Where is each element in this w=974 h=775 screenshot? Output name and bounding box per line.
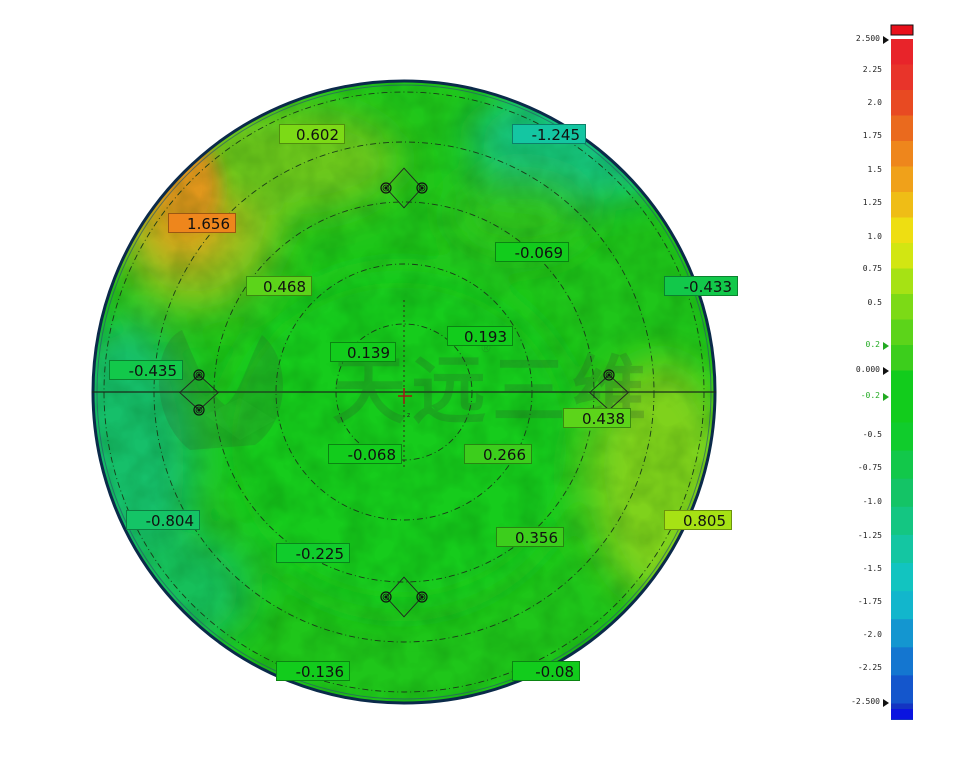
scale-tick-label: 1.25 xyxy=(862,198,882,207)
scale-tick-label: 2.500 xyxy=(855,34,880,43)
scale-tick-arrow-icon xyxy=(883,699,889,707)
deviation-callout: 0.438 xyxy=(563,408,631,428)
scale-tick-label: -2.0 xyxy=(862,630,882,639)
axis-z-label: z xyxy=(407,412,410,419)
scale-underflow-swatch xyxy=(891,709,913,719)
deviation-callout: 0.193 xyxy=(447,326,513,346)
scale-tick-arrow-icon xyxy=(883,36,889,44)
deviation-callout: -1.245 xyxy=(512,124,586,144)
scale-band xyxy=(891,64,913,91)
scale-band xyxy=(891,619,913,648)
scale-tick-label: -2.500 xyxy=(851,697,880,706)
scale-band xyxy=(891,647,913,676)
scale-band xyxy=(891,268,913,295)
scale-band xyxy=(891,90,913,116)
scale-tick-label: 0.5 xyxy=(867,298,882,307)
scale-tick-label: 1.5 xyxy=(867,165,882,174)
deviation-callout: -0.804 xyxy=(126,510,200,530)
scale-tick-label: 1.0 xyxy=(867,232,882,241)
deviation-callout: 0.266 xyxy=(464,444,532,464)
scale-tick-label: -0.75 xyxy=(857,463,882,472)
scale-band xyxy=(891,563,913,592)
scale-band xyxy=(891,345,913,371)
scale-tick-label: -1.0 xyxy=(862,497,882,506)
deviation-callout: 0.139 xyxy=(330,342,396,362)
scale-band xyxy=(891,39,913,65)
scale-tick-label: -1.75 xyxy=(857,597,882,606)
scale-tick-label: 0.2 xyxy=(865,340,880,349)
scale-tick-label: 1.75 xyxy=(862,131,882,140)
scale-band xyxy=(891,422,913,452)
scale-tick-label: -1.5 xyxy=(862,564,882,573)
scale-band xyxy=(891,192,913,218)
scale-band xyxy=(891,141,913,167)
scale-tick-label: -0.5 xyxy=(862,430,882,439)
deviation-callout: 1.656 xyxy=(168,213,236,233)
deviation-callout: -0.225 xyxy=(276,543,350,563)
scale-tick-label: 2.25 xyxy=(862,65,882,74)
scale-tick-arrow-icon xyxy=(883,393,889,401)
scale-tick-label: -0.2 xyxy=(860,391,880,400)
scale-band xyxy=(891,217,913,244)
deviation-callout: 0.602 xyxy=(279,124,345,144)
scale-band xyxy=(891,534,913,564)
scale-tick-label: 0.75 xyxy=(862,264,882,273)
scale-band xyxy=(891,450,913,480)
scale-band xyxy=(891,675,913,704)
scale-band xyxy=(891,591,913,620)
scale-band xyxy=(891,319,913,346)
scale-band xyxy=(891,506,913,536)
scale-tick-label: 0.000 xyxy=(855,365,880,374)
deviation-callout: -0.08 xyxy=(512,661,580,681)
deviation-map-stage: 天远三维 ® z 0.602 -1.245 1.656 -0.069 0.468 -0.4… xyxy=(0,0,974,775)
deviation-map: 天远三维 ® z xyxy=(91,79,717,705)
deviation-callout: -0.068 xyxy=(328,444,402,464)
scale-band xyxy=(891,166,913,193)
scale-tick-arrow-icon xyxy=(883,367,889,375)
color-scale-bar xyxy=(890,24,914,720)
deviation-callout: 0.356 xyxy=(496,527,564,547)
deviation-callout: -0.433 xyxy=(664,276,738,296)
scale-band xyxy=(891,243,913,269)
deviation-callout: 0.468 xyxy=(246,276,312,296)
scale-band xyxy=(891,478,913,508)
deviation-callout: -0.069 xyxy=(495,242,569,262)
deviation-callout: -0.435 xyxy=(109,360,183,380)
scale-band xyxy=(891,115,913,142)
scale-tick-label: -1.25 xyxy=(857,531,882,540)
scale-band xyxy=(891,370,913,423)
scale-tick-label: -2.25 xyxy=(857,663,882,672)
scale-tick-label: 2.0 xyxy=(867,98,882,107)
scale-overflow-swatch xyxy=(890,24,914,36)
deviation-callout: -0.136 xyxy=(276,661,350,681)
deviation-callout: 0.805 xyxy=(664,510,732,530)
scale-tick-arrow-icon xyxy=(883,342,889,350)
scale-band xyxy=(891,294,913,320)
